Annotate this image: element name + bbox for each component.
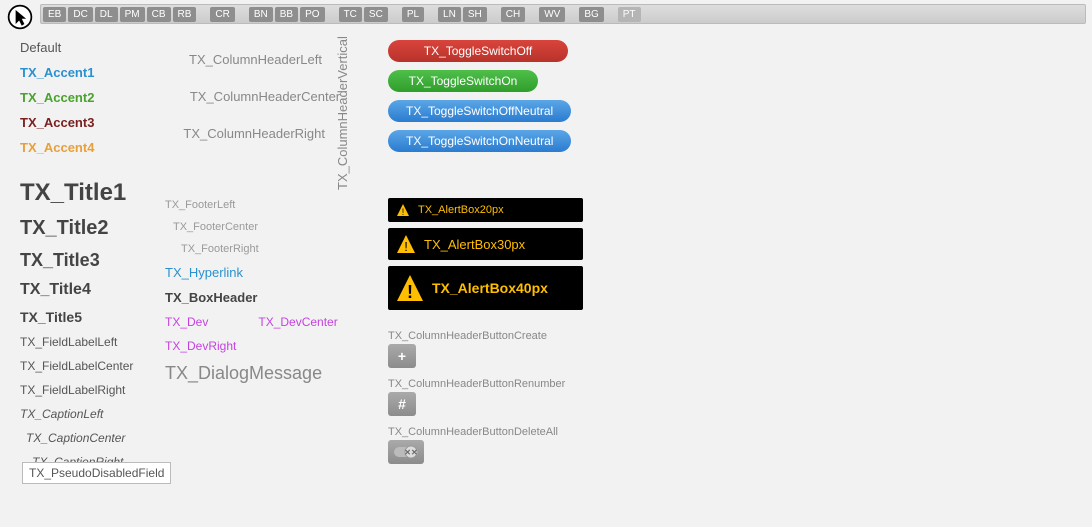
tab-dc[interactable]: DC <box>68 7 92 22</box>
alert-30: ! TX_AlertBox30px <box>388 228 583 260</box>
delete-all-button[interactable]: ✕✕ <box>388 440 424 464</box>
style-samples-col4: TX_ToggleSwitchOff TX_ToggleSwitchOn TX_… <box>388 40 618 464</box>
tab-bb[interactable]: BB <box>275 7 298 22</box>
tx-default: Default <box>20 40 165 55</box>
tx-footer-right: TX_FooterRight <box>165 243 365 255</box>
alert-20: ! TX_AlertBox20px <box>388 198 583 222</box>
tx-accent1: TX_Accent1 <box>20 65 165 80</box>
tx-dev: TX_Dev <box>165 315 208 329</box>
tx-title1: TX_Title1 <box>20 179 165 207</box>
colheader-btn-deleteall-label: TX_ColumnHeaderButtonDeleteAll <box>388 426 618 438</box>
tx-dev-center: TX_DevCenter <box>258 315 337 329</box>
warning-icon: ! <box>396 234 416 254</box>
cursor-arrow-icon <box>6 3 34 31</box>
tx-boxheader: TX_BoxHeader <box>165 290 365 305</box>
tx-title2: TX_Title2 <box>20 217 165 240</box>
tx-title3: TX_Title3 <box>20 250 165 271</box>
alert-20-label: TX_AlertBox20px <box>418 204 504 216</box>
tab-tc[interactable]: TC <box>339 7 362 22</box>
alert-40-label: TX_AlertBox40px <box>432 280 548 296</box>
svg-text:!: ! <box>402 207 405 217</box>
tx-fieldlabel-left: TX_FieldLabelLeft <box>20 335 165 349</box>
alert-40: ! TX_AlertBox40px <box>388 266 583 310</box>
tab-ln[interactable]: LN <box>438 7 461 22</box>
tx-title5: TX_Title5 <box>20 309 165 325</box>
tx-footer-center: TX_FooterCenter <box>165 221 365 233</box>
tab-dl[interactable]: DL <box>95 7 118 22</box>
toggle-off[interactable]: TX_ToggleSwitchOff <box>388 40 568 62</box>
toggle-off-neutral[interactable]: TX_ToggleSwitchOffNeutral <box>388 100 571 122</box>
tx-accent2: TX_Accent2 <box>20 90 165 105</box>
tx-caption-center: TX_CaptionCenter <box>20 431 165 445</box>
tx-fieldlabel-right: TX_FieldLabelRight <box>20 383 165 397</box>
tab-sc[interactable]: SC <box>364 7 388 22</box>
tab-wv[interactable]: WV <box>539 7 565 22</box>
colheader-btn-create-label: TX_ColumnHeaderButtonCreate <box>388 330 618 342</box>
tab-eb[interactable]: EB <box>43 7 66 22</box>
tab-cb[interactable]: CB <box>147 7 171 22</box>
tx-caption-left: TX_CaptionLeft <box>20 407 165 421</box>
tab-pl[interactable]: PL <box>402 7 424 22</box>
style-sample-vertical: TX_ColumnHeaderVertical <box>335 40 365 200</box>
tab-pt[interactable]: PT <box>618 7 641 22</box>
tx-accent3: TX_Accent3 <box>20 115 165 130</box>
delete-slider-icon: ✕✕ <box>394 445 418 459</box>
tx-dialog-message: TX_DialogMessage <box>165 363 365 384</box>
svg-text:!: ! <box>404 239 408 254</box>
tab-pm[interactable]: PM <box>120 7 145 22</box>
toggle-on[interactable]: TX_ToggleSwitchOn <box>388 70 538 92</box>
tab-bar: EB DC DL PM CB RB CR BN BB PO TC SC PL L… <box>40 4 1086 24</box>
tx-colheader-vertical: TX_ColumnHeaderVertical <box>335 40 350 190</box>
style-samples-col1: Default TX_Accent1 TX_Accent2 TX_Accent3… <box>20 40 165 479</box>
renumber-button[interactable]: # <box>388 392 416 416</box>
toggle-on-neutral[interactable]: TX_ToggleSwitchOnNeutral <box>388 130 571 152</box>
create-button[interactable]: + <box>388 344 416 368</box>
warning-icon: ! <box>396 203 410 217</box>
tab-ch[interactable]: CH <box>501 7 525 22</box>
colheader-btn-renumber-label: TX_ColumnHeaderButtonRenumber <box>388 378 618 390</box>
tab-bn[interactable]: BN <box>249 7 273 22</box>
tx-hyperlink[interactable]: TX_Hyperlink <box>165 265 365 280</box>
tab-cr[interactable]: CR <box>210 7 234 22</box>
alert-30-label: TX_AlertBox30px <box>424 237 525 252</box>
hash-icon: # <box>398 396 406 412</box>
tx-title4: TX_Title4 <box>20 281 165 299</box>
tx-pseudo-disabled-field: TX_PseudoDisabledField <box>22 462 171 484</box>
tx-dev-right: TX_DevRight <box>165 339 365 353</box>
tab-bg[interactable]: BG <box>579 7 603 22</box>
tab-sh[interactable]: SH <box>463 7 487 22</box>
svg-text:✕✕: ✕✕ <box>404 448 417 457</box>
tx-accent4: TX_Accent4 <box>20 140 165 155</box>
plus-icon: + <box>398 348 406 364</box>
tx-footer-left: TX_FooterLeft <box>165 199 365 211</box>
tab-po[interactable]: PO <box>300 7 324 22</box>
svg-text:!: ! <box>407 282 413 302</box>
tab-rb[interactable]: RB <box>173 7 197 22</box>
tx-fieldlabel-center: TX_FieldLabelCenter <box>20 359 165 373</box>
warning-icon: ! <box>396 274 424 302</box>
